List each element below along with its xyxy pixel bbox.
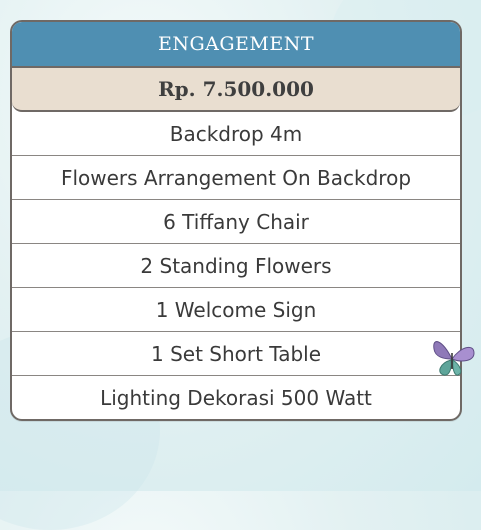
item-standing-flowers: 2 Standing Flowers [12, 244, 460, 288]
item-welcome-sign: 1 Welcome Sign [12, 288, 460, 332]
item-backdrop: Backdrop 4m [12, 112, 460, 156]
butterfly-icon [433, 341, 475, 376]
package-title: ENGAGEMENT [12, 22, 460, 68]
package-card: ENGAGEMENT Rp. 7.500.000 Backdrop 4m Flo… [10, 20, 462, 421]
item-short-table: 1 Set Short Table [12, 332, 460, 376]
item-tiffany-chair: 6 Tiffany Chair [12, 200, 460, 244]
package-price: Rp. 7.500.000 [12, 68, 460, 112]
item-flowers-arrangement: Flowers Arrangement On Backdrop [12, 156, 460, 200]
item-lighting: Lighting Dekorasi 500 Watt [100, 385, 372, 410]
